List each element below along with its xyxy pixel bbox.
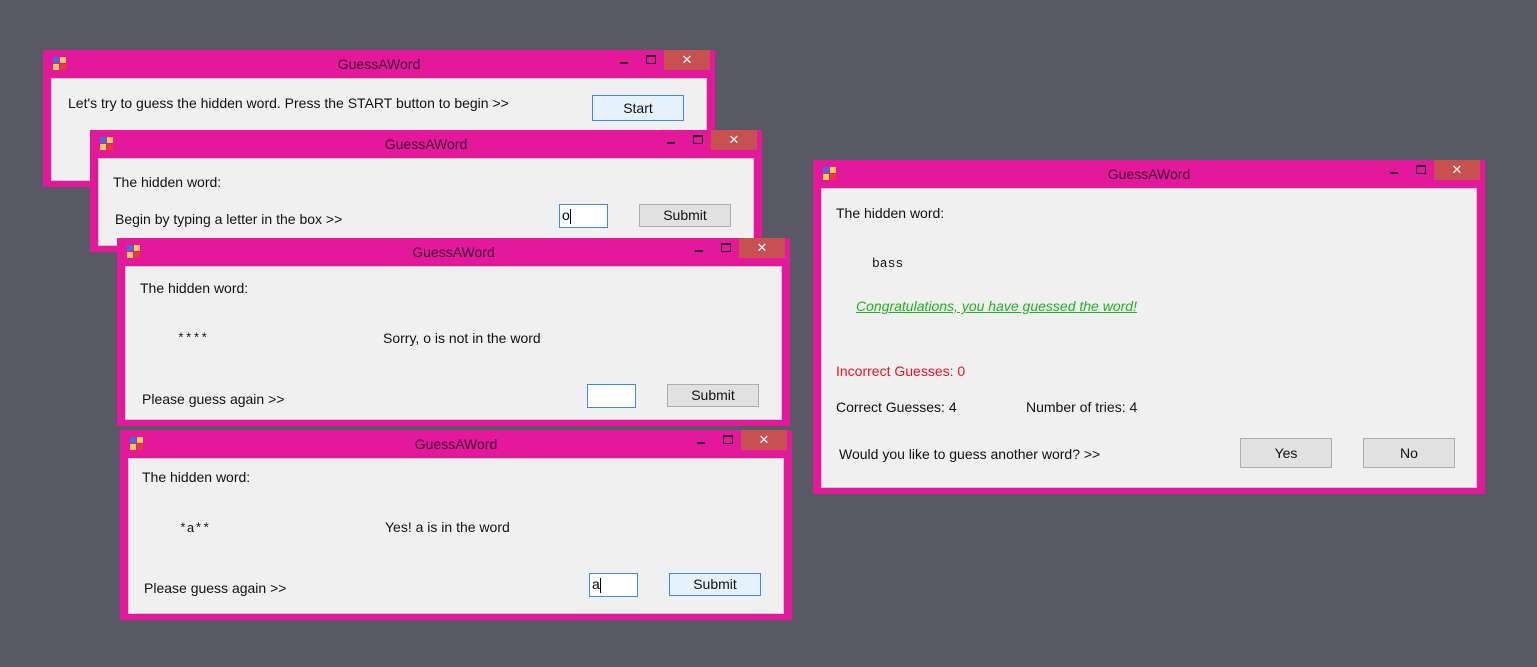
window-result: GuessAWord ✕ The hidden word: bass Congr… bbox=[813, 160, 1485, 494]
start-prompt: Let's try to guess the hidden word. Pres… bbox=[68, 95, 509, 111]
window-body: The hidden word: bass Congratulations, y… bbox=[821, 188, 1477, 488]
window-body: The hidden word: **** Sorry, o is not in… bbox=[125, 266, 782, 420]
start-button[interactable]: Start bbox=[592, 95, 684, 121]
hidden-word-label: The hidden word: bbox=[113, 174, 222, 190]
title-bar[interactable]: GuessAWord ✕ bbox=[90, 130, 762, 158]
maximize-button[interactable] bbox=[640, 50, 662, 70]
maximize-button[interactable] bbox=[715, 238, 737, 258]
yes-button[interactable]: Yes bbox=[1240, 438, 1332, 468]
hidden-word-label: The hidden word: bbox=[140, 280, 249, 296]
title-bar[interactable]: GuessAWord ✕ bbox=[117, 238, 790, 266]
letter-input[interactable]: a bbox=[589, 573, 638, 597]
letter-input[interactable]: o bbox=[559, 204, 608, 228]
no-button[interactable]: No bbox=[1363, 438, 1455, 468]
title-bar[interactable]: GuessAWord ✕ bbox=[43, 50, 715, 78]
incorrect-guesses: Incorrect Guesses: 0 bbox=[836, 363, 966, 379]
title-bar[interactable]: GuessAWord ✕ bbox=[813, 160, 1485, 188]
masked-word: **** bbox=[177, 331, 209, 346]
close-button[interactable]: ✕ bbox=[739, 238, 785, 258]
minimize-button[interactable] bbox=[690, 430, 712, 450]
play-again-prompt: Would you like to guess another word? >> bbox=[839, 446, 1101, 462]
congrats-message: Congratulations, you have guessed the wo… bbox=[856, 298, 1137, 314]
window-first-guess: GuessAWord ✕ The hidden word: Begin by t… bbox=[90, 130, 762, 252]
submit-button[interactable]: Submit bbox=[639, 204, 731, 227]
minimize-button[interactable] bbox=[688, 238, 710, 258]
window-correct-guess: GuessAWord ✕ The hidden word: *a** Yes! … bbox=[120, 430, 792, 620]
close-button[interactable]: ✕ bbox=[711, 130, 757, 150]
submit-button[interactable]: Submit bbox=[667, 384, 759, 407]
hidden-word-label: The hidden word: bbox=[142, 469, 251, 485]
maximize-button[interactable] bbox=[717, 430, 739, 450]
revealed-word: bass bbox=[872, 256, 904, 271]
minimize-button[interactable] bbox=[1383, 160, 1405, 180]
window-body: The hidden word: *a** Yes! a is in the w… bbox=[128, 458, 784, 614]
instruction-text: Begin by typing a letter in the box >> bbox=[115, 211, 343, 227]
correct-guesses: Correct Guesses: 4 bbox=[836, 399, 957, 415]
maximize-button[interactable] bbox=[1410, 160, 1432, 180]
submit-button[interactable]: Submit bbox=[669, 573, 761, 596]
maximize-button[interactable] bbox=[687, 130, 709, 150]
instruction-text: Please guess again >> bbox=[142, 391, 285, 407]
window-body: The hidden word: Begin by typing a lette… bbox=[98, 158, 754, 246]
window-wrong-guess: GuessAWord ✕ The hidden word: **** Sorry… bbox=[117, 238, 790, 426]
minimize-button[interactable] bbox=[660, 130, 682, 150]
masked-word: *a** bbox=[179, 521, 211, 536]
close-button[interactable]: ✕ bbox=[664, 50, 710, 70]
feedback-text: Sorry, o is not in the word bbox=[383, 330, 541, 346]
letter-input[interactable] bbox=[587, 384, 636, 408]
close-button[interactable]: ✕ bbox=[1434, 160, 1480, 180]
instruction-text: Please guess again >> bbox=[144, 580, 287, 596]
minimize-button[interactable] bbox=[613, 50, 635, 70]
close-button[interactable]: ✕ bbox=[741, 430, 787, 450]
hidden-word-label: The hidden word: bbox=[836, 205, 945, 221]
number-of-tries: Number of tries: 4 bbox=[1026, 399, 1138, 415]
feedback-text: Yes! a is in the word bbox=[385, 519, 510, 535]
title-bar[interactable]: GuessAWord ✕ bbox=[120, 430, 792, 458]
